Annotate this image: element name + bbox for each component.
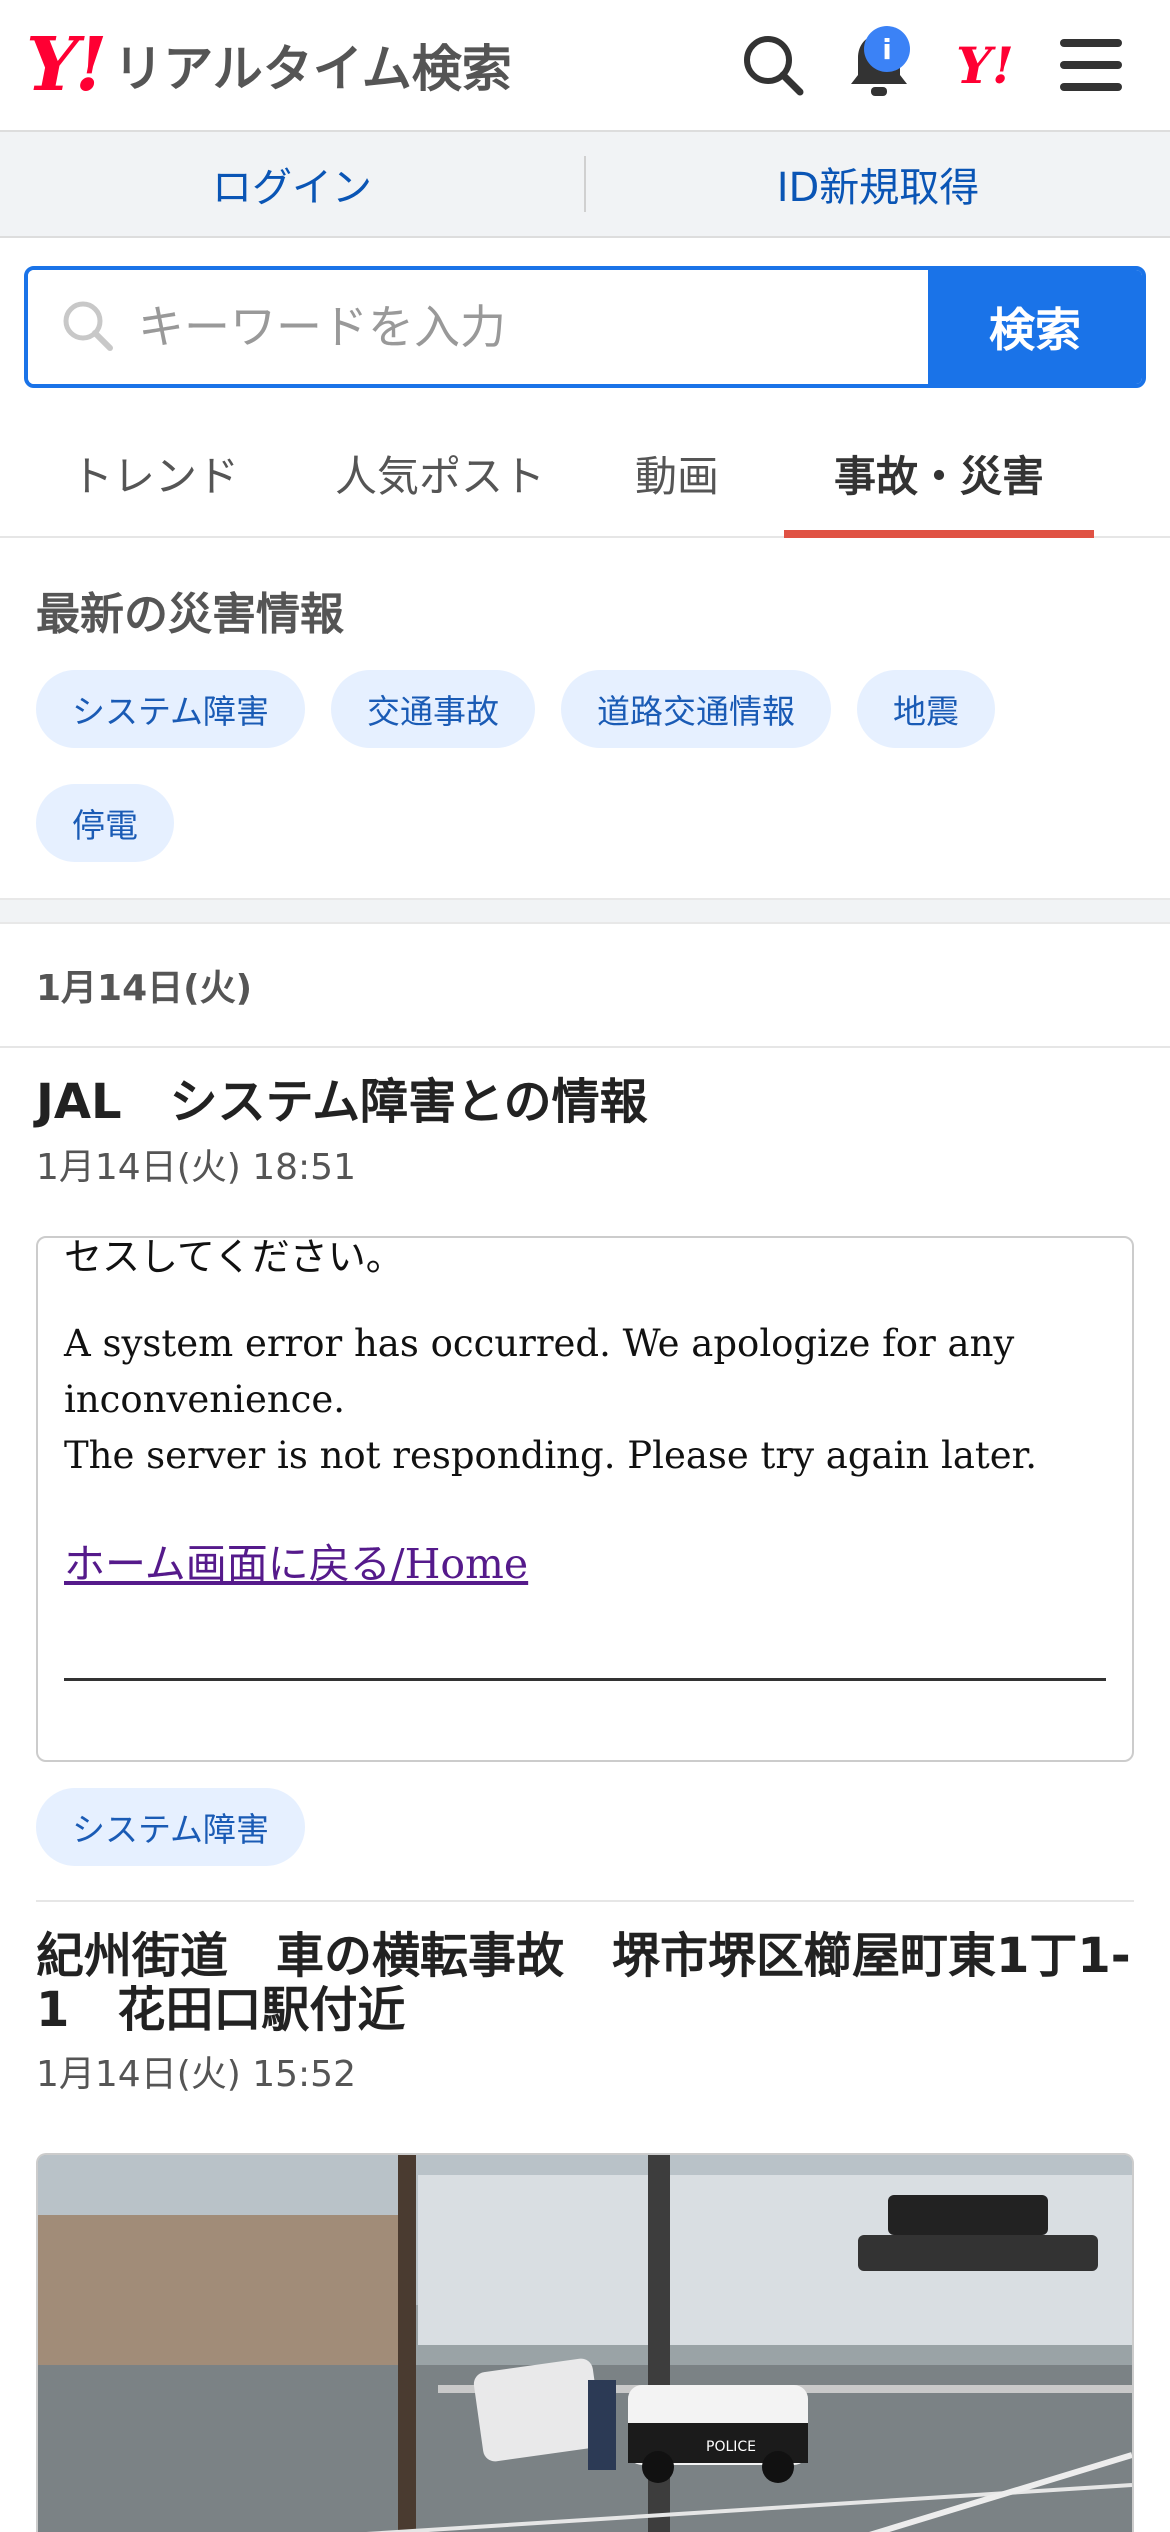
app-header: Y! リアルタイム検索 i Y! <box>0 0 1170 132</box>
chip-traffic-accident[interactable]: 交通事故 <box>331 670 536 748</box>
tab-trend[interactable]: トレンド <box>0 410 310 536</box>
search-input[interactable] <box>138 300 928 354</box>
service-title: リアルタイム検索 <box>113 40 512 98</box>
chip-road-traffic-info[interactable]: 道路交通情報 <box>561 670 832 748</box>
date-header: 1月14日(火) <box>0 924 1170 1048</box>
tab-accident-disaster[interactable]: 事故・災害 <box>784 410 1094 538</box>
disaster-info-section: 最新の災害情報 システム障害 交通事故 道路交通情報 地震 停電 <box>0 538 1170 898</box>
chip-system-failure[interactable]: システム障害 <box>36 670 306 748</box>
tab-popular-posts[interactable]: 人気ポスト <box>310 410 570 536</box>
notification-bell-icon[interactable]: i <box>826 12 932 118</box>
chip-power-outage[interactable]: 停電 <box>36 784 174 862</box>
post-title[interactable]: JAL システム障害との情報 <box>36 1075 1134 1130</box>
post-screenshot-image[interactable]: セスしてください。 A system error has occurred. W… <box>36 1235 1134 1762</box>
yahoo-logo[interactable]: Y! リアルタイム検索 <box>26 22 512 108</box>
tab-video[interactable]: 動画 <box>570 410 784 536</box>
search-form: 検索 <box>24 266 1146 388</box>
section-title: 最新の災害情報 <box>36 589 344 640</box>
screenshot-home-link: ホーム画面に戻る/Home <box>64 1539 529 1588</box>
category-tabs: トレンド 人気ポスト 動画 事故・災害 <box>0 410 1170 538</box>
menu-icon[interactable] <box>1038 12 1144 118</box>
screenshot-text: The server is not responding. Please try… <box>64 1433 1038 1477</box>
screenshot-text: セスしてください。 <box>64 1235 404 1279</box>
chip-earthquake[interactable]: 地震 <box>857 670 996 748</box>
yahoo-logo-mark: Y! <box>26 22 107 108</box>
post-item[interactable]: JAL システム障害との情報 1月14日(火) 18:51 セスしてください。 … <box>0 1048 1170 1902</box>
post-timestamp: 1月14日(火) 18:51 <box>36 1146 356 1188</box>
photo-text: POLICE <box>706 2439 756 2455</box>
login-bar: ログイン ID新規取得 <box>0 132 1170 238</box>
register-link[interactable]: ID新規取得 <box>586 155 1170 213</box>
yahoo-japan-mark: Y! <box>956 35 1014 95</box>
search-button[interactable]: 検索 <box>928 270 1142 384</box>
post-timestamp: 1月14日(火) 15:52 <box>36 2054 356 2096</box>
search-icon[interactable] <box>720 12 826 118</box>
section-gap <box>0 898 1170 924</box>
post-photo[interactable]: POLICE <box>36 2153 1134 2532</box>
search-field-icon <box>60 298 114 356</box>
post-title[interactable]: 紀州街道 車の横転事故 堺市堺区櫛屋町東1丁1-1 花田口駅付近 <box>36 1929 1134 2038</box>
yahoo-japan-icon[interactable]: Y! <box>932 12 1038 118</box>
post-tag-chip[interactable]: システム障害 <box>36 1787 306 1866</box>
screenshot-rule <box>64 1677 1106 1681</box>
post-item[interactable]: 紀州街道 車の横転事故 堺市堺区櫛屋町東1丁1-1 花田口駅付近 1月14日(火… <box>0 1902 1170 2532</box>
screenshot-text: A system error has occurred. We apologiz… <box>64 1321 1015 1421</box>
notification-badge: i <box>864 26 910 72</box>
login-link[interactable]: ログイン <box>0 155 584 213</box>
